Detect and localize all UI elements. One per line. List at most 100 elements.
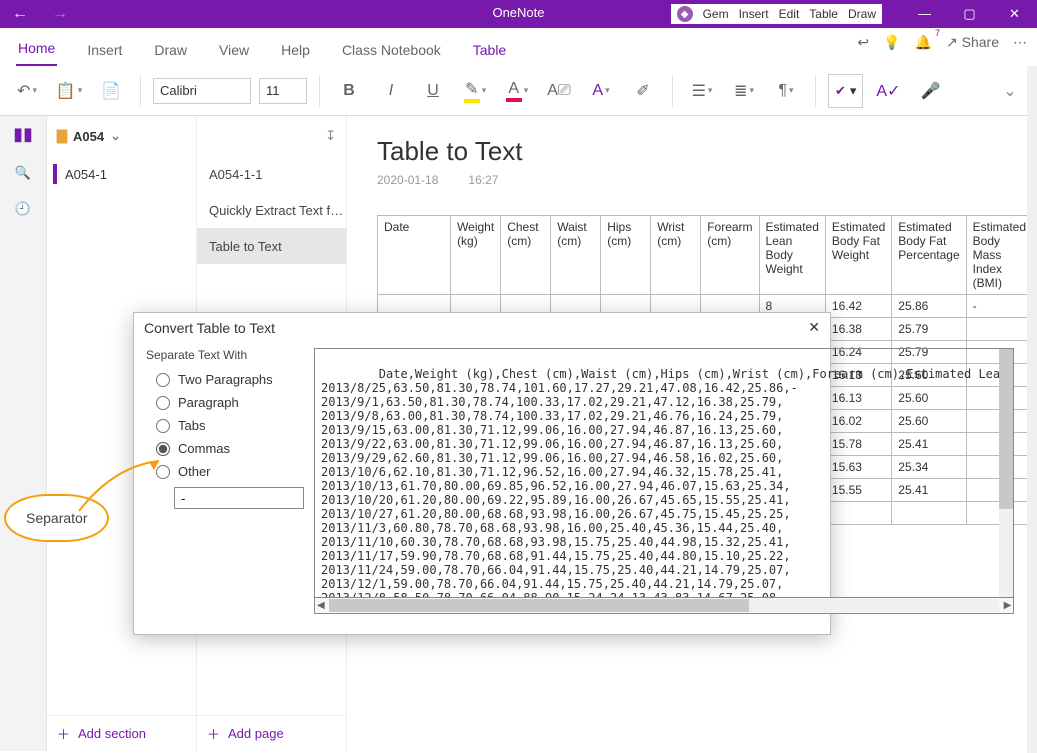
- table-cell[interactable]: -: [966, 295, 1032, 318]
- todo-tag-button[interactable]: ✔▾: [828, 74, 863, 108]
- table-header[interactable]: Weight (kg): [451, 216, 501, 295]
- gem-tab-edit[interactable]: Edit: [779, 7, 800, 21]
- share-button[interactable]: ↗ Share: [946, 34, 999, 51]
- separator-radio[interactable]: [156, 419, 170, 433]
- ribbon-expand-button[interactable]: ⌄: [993, 74, 1027, 108]
- plus-icon: ＋: [207, 724, 220, 743]
- table-header[interactable]: Date: [378, 216, 451, 295]
- preview-vscroll-thumb[interactable]: [999, 349, 1013, 509]
- page-item[interactable]: Quickly Extract Text f…: [197, 192, 346, 228]
- bullets-button[interactable]: ☰▾: [685, 74, 719, 108]
- add-section-label: Add section: [78, 726, 146, 741]
- bold-button[interactable]: B: [332, 74, 366, 108]
- table-header[interactable]: Forearm (cm): [701, 216, 759, 295]
- highlight-button[interactable]: ✎▾: [458, 74, 492, 108]
- styles-button[interactable]: A▾: [584, 74, 618, 108]
- preview-textarea[interactable]: Date,Weight (kg),Chest (cm),Waist (cm),H…: [314, 348, 1014, 598]
- nav-back-button[interactable]: ←: [0, 5, 40, 23]
- separator-option[interactable]: Tabs: [156, 418, 304, 433]
- recent-icon[interactable]: 🕘: [15, 201, 31, 217]
- window-maximize-button[interactable]: ▢: [947, 6, 992, 22]
- separator-option[interactable]: Paragraph: [156, 395, 304, 410]
- tab-class-notebook[interactable]: Class Notebook: [340, 36, 443, 66]
- other-separator-input[interactable]: [174, 487, 304, 509]
- notification-bell-icon[interactable]: 🔔: [915, 34, 932, 51]
- separator-group-label: Separate Text With: [146, 348, 304, 362]
- tab-help[interactable]: Help: [279, 36, 312, 66]
- preview-hscroll-thumb[interactable]: [329, 599, 749, 612]
- tab-insert[interactable]: Insert: [85, 36, 124, 66]
- font-size-input[interactable]: 11: [259, 78, 307, 104]
- table-header[interactable]: Chest (cm): [501, 216, 551, 295]
- separator-radio[interactable]: [156, 442, 170, 456]
- more-icon[interactable]: ⋯: [1013, 34, 1027, 51]
- sort-icon[interactable]: ↧: [325, 128, 336, 144]
- separator-option-label: Tabs: [178, 418, 205, 433]
- undo-button[interactable]: ↶▾: [10, 74, 44, 108]
- font-color-button[interactable]: A▾: [500, 74, 534, 108]
- tab-view[interactable]: View: [217, 36, 251, 66]
- separator-option[interactable]: Other: [156, 464, 304, 479]
- preview-hscroll[interactable]: ◀ ▶: [314, 598, 1014, 614]
- bulb-icon[interactable]: 💡: [883, 34, 900, 51]
- tab-home[interactable]: Home: [16, 34, 57, 66]
- section-item[interactable]: A054-1: [47, 156, 196, 192]
- tags-button[interactable]: A✓: [871, 74, 905, 108]
- separator-radio[interactable]: [156, 396, 170, 410]
- table-header[interactable]: Estimated Lean Body Weight: [759, 216, 825, 295]
- format-painter-button[interactable]: ✐: [626, 74, 660, 108]
- font-name-input[interactable]: Calibri: [153, 78, 251, 104]
- hscroll-left-icon[interactable]: ◀: [317, 600, 325, 611]
- table-header[interactable]: Estimated Body Mass Index (BMI): [966, 216, 1032, 295]
- italic-button[interactable]: I: [374, 74, 408, 108]
- convert-table-to-text-dialog: Convert Table to Text ✕ Separate Text Wi…: [133, 312, 831, 635]
- notebook-chevron-icon[interactable]: ⌄: [110, 128, 121, 144]
- paste-button[interactable]: 📋▾: [52, 74, 86, 108]
- separator-radio[interactable]: [156, 373, 170, 387]
- dialog-close-button[interactable]: ✕: [808, 319, 820, 336]
- table-header[interactable]: Waist (cm): [551, 216, 601, 295]
- table-cell[interactable]: 25.86: [892, 295, 966, 318]
- table-cell[interactable]: 16.42: [825, 295, 891, 318]
- hscroll-right-icon[interactable]: ▶: [1004, 600, 1012, 611]
- search-icon[interactable]: 🔍: [15, 165, 31, 181]
- gem-tab-draw[interactable]: Draw: [848, 7, 876, 21]
- page-time: 16:27: [468, 173, 498, 187]
- clear-formatting-button[interactable]: A⎚: [542, 74, 576, 108]
- table-cell[interactable]: 25.79: [892, 318, 966, 341]
- left-rail: ▮▮ 🔍 🕘: [0, 116, 47, 751]
- tab-table[interactable]: Table: [471, 36, 508, 66]
- window-minimize-button[interactable]: —: [902, 6, 947, 22]
- clipboard-button[interactable]: 📄: [94, 74, 128, 108]
- dictate-button[interactable]: 🎤: [913, 74, 947, 108]
- add-section-button[interactable]: ＋Add section: [47, 715, 196, 751]
- table-header[interactable]: Estimated Body Fat Percentage: [892, 216, 966, 295]
- tab-draw[interactable]: Draw: [152, 36, 189, 66]
- paragraph-button[interactable]: ¶▾: [769, 74, 803, 108]
- separator-option[interactable]: Two Paragraphs: [156, 372, 304, 387]
- underline-button[interactable]: U: [416, 74, 450, 108]
- gem-tab-insert[interactable]: Insert: [739, 7, 769, 21]
- page-title[interactable]: Table to Text: [377, 136, 1017, 167]
- separator-option-label: Two Paragraphs: [178, 372, 273, 387]
- notebooks-icon[interactable]: ▮▮: [13, 124, 33, 145]
- gem-tab-table[interactable]: Table: [809, 7, 838, 21]
- table-header[interactable]: Estimated Body Fat Weight: [825, 216, 891, 295]
- nav-forward-button[interactable]: →: [40, 5, 80, 23]
- table-cell[interactable]: 16.38: [825, 318, 891, 341]
- vertical-scrollbar[interactable]: [1027, 66, 1037, 753]
- separator-option[interactable]: Commas: [156, 441, 304, 456]
- window-close-button[interactable]: ✕: [992, 6, 1037, 22]
- ribbon-toolbar: ↶▾ 📋▾ 📄 Calibri 11 B I U ✎▾ A▾ A⎚ A▾ ✐ ☰…: [0, 66, 1037, 116]
- table-cell[interactable]: [966, 318, 1032, 341]
- reply-icon[interactable]: ↩: [857, 34, 869, 51]
- page-item-selected[interactable]: Table to Text: [197, 228, 346, 264]
- numbered-list-button[interactable]: ≣▾: [727, 74, 761, 108]
- page-item[interactable]: A054-1-1: [197, 156, 346, 192]
- notebook-name[interactable]: A054: [73, 129, 104, 144]
- gem-tab-gem[interactable]: Gem: [703, 7, 729, 21]
- add-page-button[interactable]: ＋Add page: [197, 715, 346, 751]
- section-color-bar: [53, 164, 57, 184]
- table-header[interactable]: Hips (cm): [601, 216, 651, 295]
- table-header[interactable]: Wrist (cm): [651, 216, 701, 295]
